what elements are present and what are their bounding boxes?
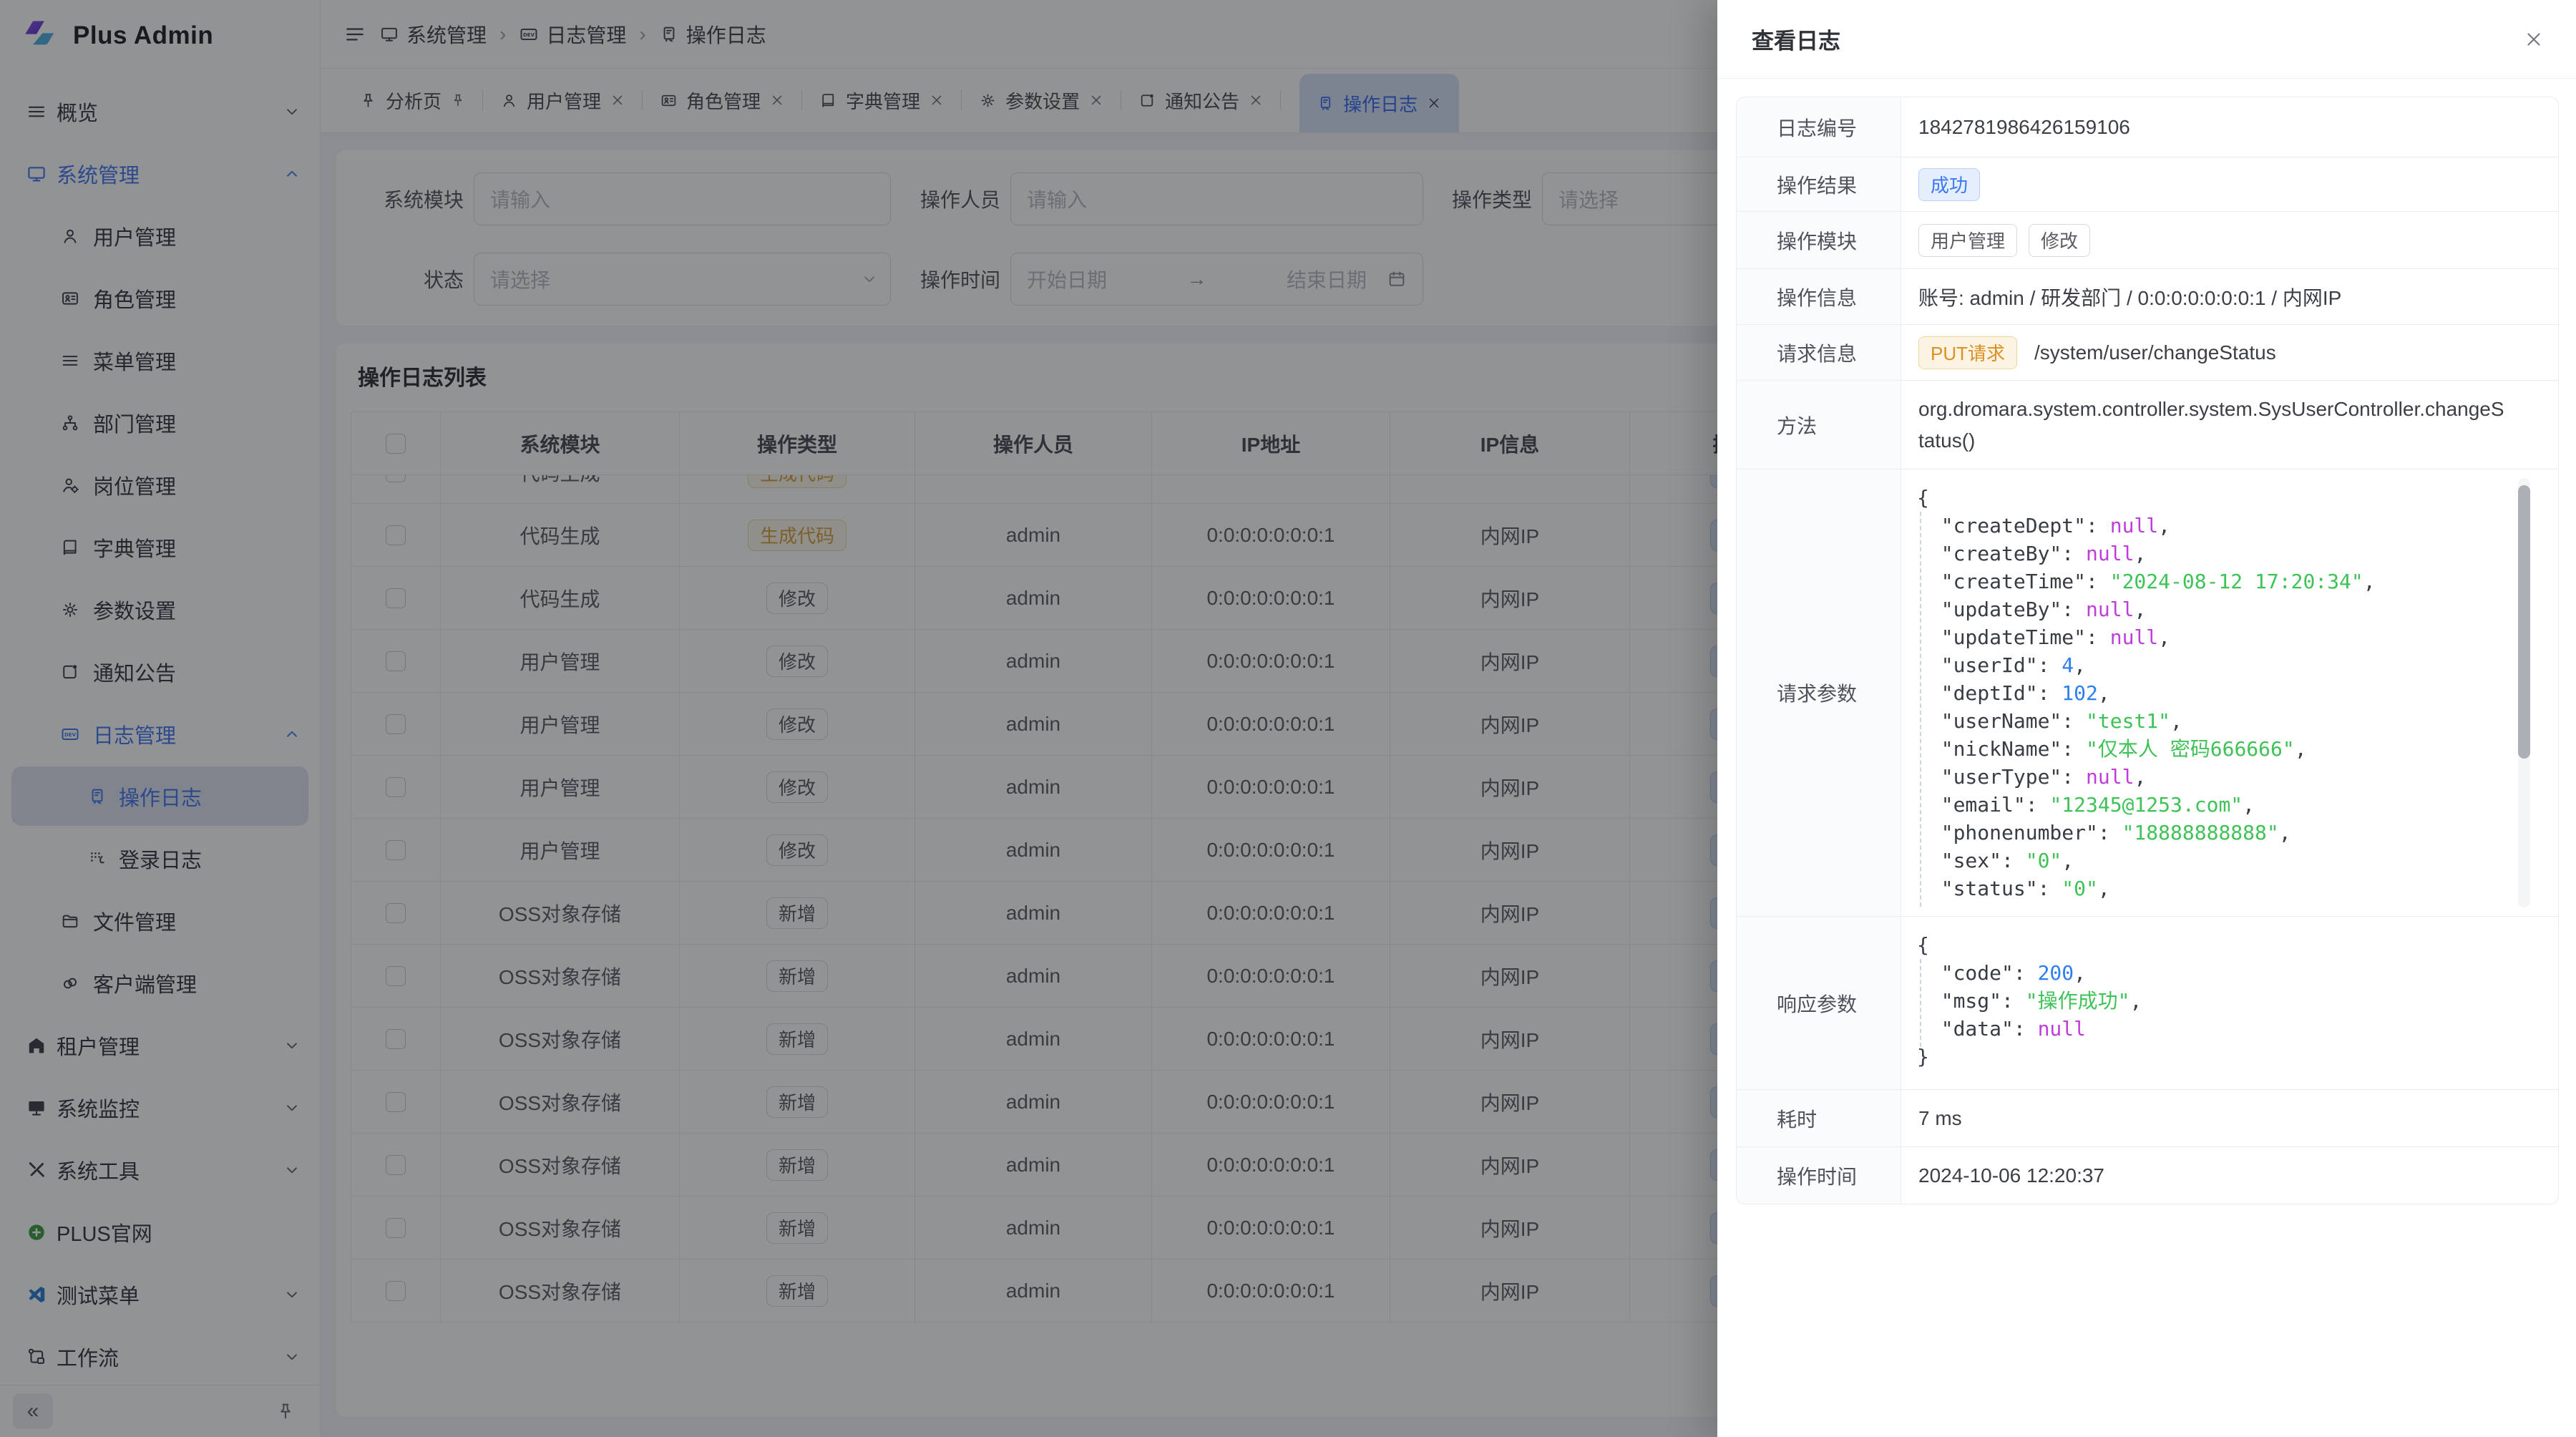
screen: Plus Admin 概览系统管理用户管理角色管理菜单管理部门管理岗位管理字典管…	[0, 0, 2576, 1437]
code-scrollbar	[2518, 478, 2530, 907]
response-params-json: { "code": 200, "msg": "操作成功", "data": nu…	[1901, 917, 2558, 1085]
info-label: 操作信息	[1737, 269, 1901, 324]
result-label: 操作结果	[1737, 157, 1901, 211]
log-id-value: 1842781986426159106	[1901, 97, 2558, 157]
http-method-tag: PUT请求	[1918, 336, 2017, 369]
response-params-label: 响应参数	[1737, 917, 1901, 1089]
request-url: /system/user/changeStatus	[2034, 341, 2276, 364]
request-label: 请求信息	[1737, 325, 1901, 380]
op-time-value: 2024-10-06 12:20:37	[1901, 1147, 2558, 1204]
duration-label: 耗时	[1737, 1090, 1901, 1146]
info-value: 账号: admin / 研发部门 / 0:0:0:0:0:0:0:1 / 内网I…	[1901, 269, 2558, 324]
request-params-value: { "createDept": null, "createBy": null, …	[1901, 469, 2558, 916]
log-descriptions: 日志编号 1842781986426159106 操作结果 成功 操作模块 用户…	[1736, 97, 2559, 1204]
drawer-header: 查看日志	[1717, 0, 2576, 79]
log-detail-drawer: 查看日志 日志编号 1842781986426159106 操作结果 成功 操作…	[1717, 0, 2576, 1437]
response-params-value: { "code": 200, "msg": "操作成功", "data": nu…	[1901, 917, 2558, 1089]
module-tag: 用户管理	[1918, 224, 2017, 257]
module-type-tag: 修改	[2029, 224, 2090, 257]
result-tag: 成功	[1918, 168, 1980, 201]
method-label: 方法	[1737, 381, 1901, 469]
request-params-label: 请求参数	[1737, 469, 1901, 916]
request-params-json: { "createDept": null, "createBy": null, …	[1901, 469, 2558, 917]
op-time-label: 操作时间	[1737, 1147, 1901, 1204]
code-scrollbar-thumb[interactable]	[2518, 485, 2530, 759]
drawer-title: 查看日志	[1752, 23, 1840, 55]
duration-value: 7 ms	[1901, 1090, 2558, 1146]
indent-guide	[1920, 512, 1921, 907]
close-icon[interactable]	[2523, 29, 2545, 50]
log-id-label: 日志编号	[1737, 97, 1901, 157]
method-value: org.dromara.system.controller.system.Sys…	[1901, 381, 2558, 469]
indent-guide	[1920, 959, 1921, 1047]
module-label: 操作模块	[1737, 212, 1901, 268]
